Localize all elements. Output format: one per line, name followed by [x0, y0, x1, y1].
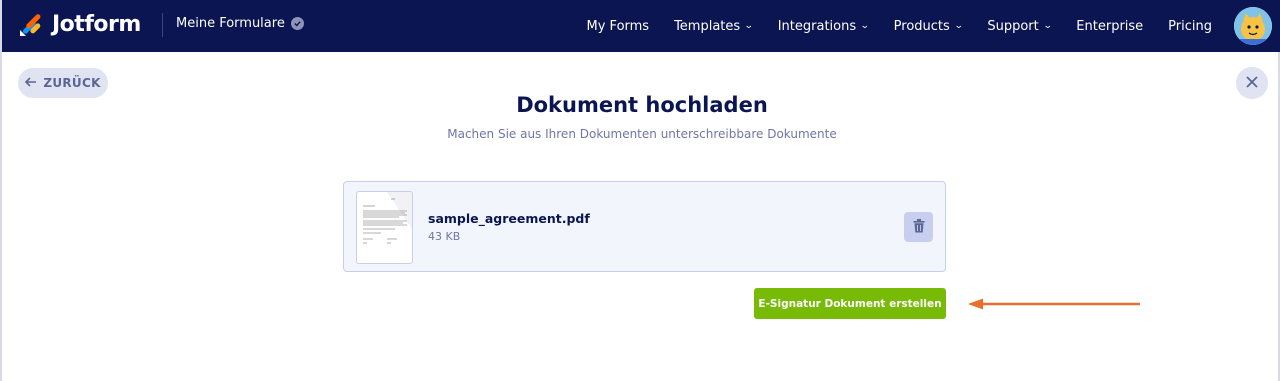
chevron-down-icon: ⌄ [859, 21, 870, 31]
nav-label: Templates [674, 18, 741, 34]
nav-my-forms[interactable]: My Forms [587, 19, 650, 34]
delete-file-button[interactable] [904, 212, 933, 242]
nav-templates[interactable]: Templates ⌄ [674, 18, 754, 34]
file-name: sample_agreement.pdf [428, 211, 590, 226]
create-esign-document-button[interactable]: E-Signatur Dokument erstellen [754, 288, 946, 319]
trash-icon [913, 218, 925, 237]
nav-support[interactable]: Support ⌄ [987, 18, 1053, 34]
verified-icon [290, 17, 304, 30]
document-thumbnail [356, 191, 413, 264]
annotation-arrow [968, 296, 1142, 310]
nav-products[interactable]: Products ⌄ [893, 18, 964, 34]
logo-text: Jotform [52, 11, 141, 37]
chevron-down-icon: ⌄ [1042, 21, 1053, 31]
jotform-logo[interactable]: Jotform [18, 11, 141, 37]
arrow-left-icon [25, 76, 37, 91]
nav-enterprise[interactable]: Enterprise [1076, 19, 1143, 34]
page-subtitle: Machen Sie aus Ihren Dokumenten untersch… [447, 127, 837, 141]
file-size: 43 KB [428, 230, 461, 243]
top-nav-bar: Jotform Meine Formulare My Forms Templat… [2, 0, 1280, 52]
nav-label: Pricing [1168, 18, 1212, 34]
create-button-label: E-Signatur Dokument erstellen [758, 297, 942, 310]
chevron-down-icon: ⌄ [953, 21, 964, 31]
main-nav: My Forms Templates ⌄ Integrations ⌄ Prod… [562, 0, 1212, 52]
logo-icon [18, 11, 44, 37]
workspace-switcher[interactable]: Meine Formulare [176, 16, 304, 31]
page-frame: Jotform Meine Formulare My Forms Templat… [0, 0, 1280, 381]
avatar[interactable] [1234, 7, 1272, 45]
nav-label: Enterprise [1076, 18, 1144, 34]
nav-label: Products [893, 18, 950, 34]
nav-integrations[interactable]: Integrations ⌄ [777, 18, 870, 34]
page-title: Dokument hochladen [516, 93, 768, 117]
nav-label: Support [987, 18, 1039, 34]
nav-pricing[interactable]: Pricing [1168, 19, 1212, 34]
close-icon [1246, 73, 1258, 93]
nav-label: Integrations [777, 18, 857, 34]
nav-label: My Forms [586, 18, 650, 34]
back-label: ZURÜCK [43, 76, 101, 90]
header-divider [162, 13, 163, 37]
uploaded-file-card: sample_agreement.pdf 43 KB [343, 181, 946, 272]
chevron-down-icon: ⌄ [744, 21, 754, 31]
workspace-label: Meine Formulare [176, 16, 285, 31]
